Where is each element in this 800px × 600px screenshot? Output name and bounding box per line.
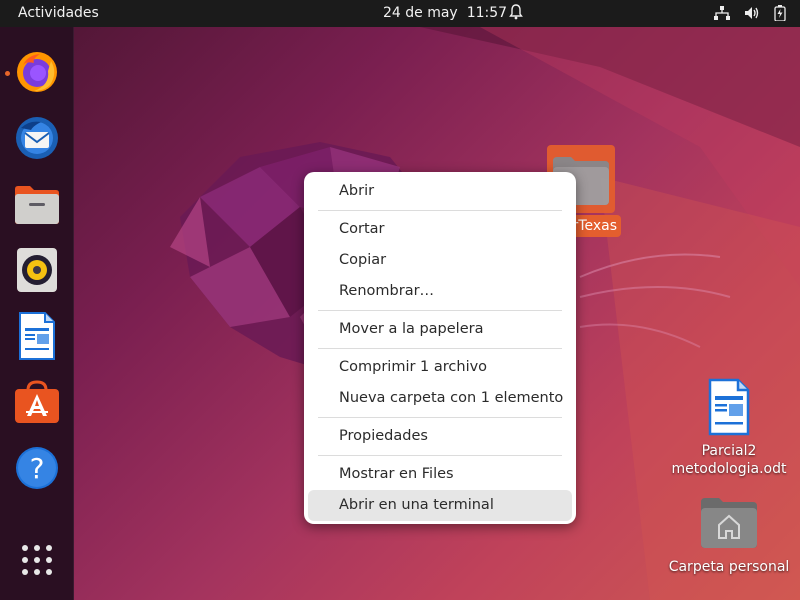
- writer-icon[interactable]: [12, 311, 62, 361]
- menu-item-open[interactable]: Abrir: [308, 176, 572, 207]
- menu-item-cut[interactable]: Cortar: [308, 214, 572, 245]
- menu-separator: [318, 417, 562, 418]
- help-icon[interactable]: ?: [12, 443, 62, 493]
- thunderbird-icon[interactable]: [12, 113, 62, 163]
- battery-icon: [774, 5, 786, 25]
- dock: ?: [0, 27, 74, 600]
- bell-icon[interactable]: [509, 4, 523, 24]
- menu-item-properties[interactable]: Propiedades: [308, 421, 572, 452]
- document-icon: [708, 378, 750, 436]
- clock-date: 24 de may: [383, 5, 458, 21]
- svg-text:?: ?: [30, 452, 45, 485]
- volume-icon: [744, 6, 760, 24]
- menu-item-new-folder[interactable]: Nueva carpeta con 1 elemento: [308, 383, 572, 414]
- rhythmbox-icon[interactable]: [12, 245, 62, 295]
- desktop-file-parcial2[interactable]: Parcial2 metodologia.odt: [664, 378, 794, 478]
- menu-item-copy[interactable]: Copiar: [308, 245, 572, 276]
- files-icon[interactable]: [12, 179, 62, 229]
- system-tray[interactable]: [714, 5, 786, 25]
- activities-button[interactable]: Actividades: [18, 5, 99, 21]
- clock[interactable]: 24 de may 11:57: [383, 5, 516, 21]
- home-folder-label: Carpeta personal: [668, 559, 790, 575]
- menu-item-trash[interactable]: Mover a la papelera: [308, 314, 572, 345]
- firefox-icon[interactable]: [12, 47, 62, 97]
- grid-icon[interactable]: [12, 535, 62, 585]
- network-icon: [714, 6, 730, 24]
- menu-item-open-terminal[interactable]: Abrir en una terminal: [308, 490, 572, 521]
- menu-item-compress[interactable]: Comprimir 1 archivo: [308, 352, 572, 383]
- file-label-line1: Parcial2: [701, 443, 757, 459]
- file-label-line2: metodologia.odt: [671, 461, 787, 477]
- home-folder-icon: [701, 498, 757, 548]
- menu-separator: [318, 348, 562, 349]
- top-bar: Actividades 24 de may 11:57: [0, 0, 800, 27]
- running-indicator: [5, 71, 10, 76]
- desktop-home-folder[interactable]: Carpeta personal: [664, 494, 794, 576]
- menu-separator: [318, 310, 562, 311]
- context-menu: Abrir Cortar Copiar Renombrar… Mover a l…: [304, 172, 576, 524]
- menu-item-show-in-files[interactable]: Mostrar en Files: [308, 459, 572, 490]
- software-icon[interactable]: [12, 377, 62, 427]
- clock-time: 11:57: [466, 5, 508, 21]
- menu-separator: [318, 455, 562, 456]
- menu-separator: [318, 210, 562, 211]
- menu-item-rename[interactable]: Renombrar…: [308, 276, 572, 307]
